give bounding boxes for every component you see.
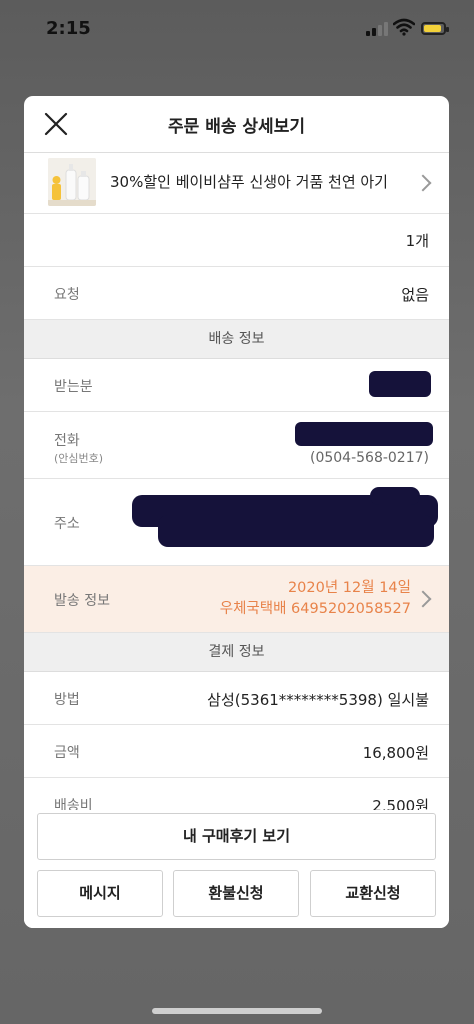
wifi-icon	[393, 18, 415, 36]
phone-sublabel: (안심번호)	[54, 452, 104, 465]
redacted-recipient	[369, 371, 431, 397]
amount-value: 16,800원	[362, 744, 429, 762]
phone-row: 전화 (안심번호) (0504-568-0217)	[24, 412, 449, 479]
product-row[interactable]: 30%할인 베이비샴푸 신생아 거품 천연 아기	[24, 153, 449, 214]
modal-title: 주문 배송 상세보기	[168, 117, 305, 137]
battery-icon	[421, 22, 449, 35]
phone-value: (0504-568-0217)	[309, 450, 429, 466]
payment-section-header: 결제 정보	[24, 633, 449, 672]
view-my-review-button[interactable]: 내 구매후기 보기	[37, 813, 436, 860]
product-name: 30%할인 베이비샴푸 신생아 거품 천연 아기	[110, 173, 388, 191]
method-value: 삼성(5361********5398) 일시불	[207, 691, 429, 709]
redacted-address-top	[370, 487, 420, 505]
status-time: 2:15	[46, 18, 91, 39]
redacted-phone	[295, 422, 433, 446]
chevron-right-icon	[414, 590, 432, 608]
shipping-section-header: 배송 정보	[24, 320, 449, 359]
request-row: 요청 없음	[24, 267, 449, 320]
dispatch-row[interactable]: 발송 정보 2020년 12월 14일 우체국택배 6495202058527	[24, 566, 449, 633]
tracking-number: 우체국택배 6495202058527	[219, 601, 411, 617]
request-value: 없음	[401, 286, 429, 304]
modal-header: 주문 배송 상세보기	[24, 96, 449, 153]
amount-label: 금액	[54, 745, 80, 761]
amount-row: 금액 16,800원	[24, 725, 449, 778]
method-label: 방법	[54, 692, 80, 708]
status-bar: 2:15	[0, 0, 474, 60]
quantity-row: 1개	[24, 214, 449, 267]
dispatch-label: 발송 정보	[54, 593, 110, 609]
chevron-right-icon	[414, 174, 432, 192]
action-footer: 내 구매후기 보기 메시지 환불신청 교환신청	[24, 810, 449, 928]
recipient-row: 받는분	[24, 359, 449, 412]
address-label: 주소	[54, 516, 80, 532]
order-detail-modal: 주문 배송 상세보기 30%할인 베이비샴푸 신생아 거품 천연 아기 1개 요…	[24, 96, 449, 928]
phone-label: 전화	[54, 433, 80, 449]
redacted-address-line2	[158, 515, 434, 547]
product-thumbnail	[48, 158, 96, 206]
recipient-label: 받는분	[54, 379, 93, 395]
dispatch-date: 2020년 12월 14일	[287, 580, 411, 596]
quantity-value: 1개	[405, 232, 429, 250]
request-label: 요청	[54, 287, 80, 303]
refund-request-button[interactable]: 환불신청	[173, 870, 299, 917]
exchange-request-button[interactable]: 교환신청	[310, 870, 436, 917]
cellular-signal-icon	[366, 22, 388, 36]
address-row: 주소	[24, 479, 449, 566]
message-button[interactable]: 메시지	[37, 870, 163, 917]
home-indicator[interactable]	[152, 1008, 322, 1014]
payment-method-row: 방법 삼성(5361********5398) 일시불	[24, 672, 449, 725]
